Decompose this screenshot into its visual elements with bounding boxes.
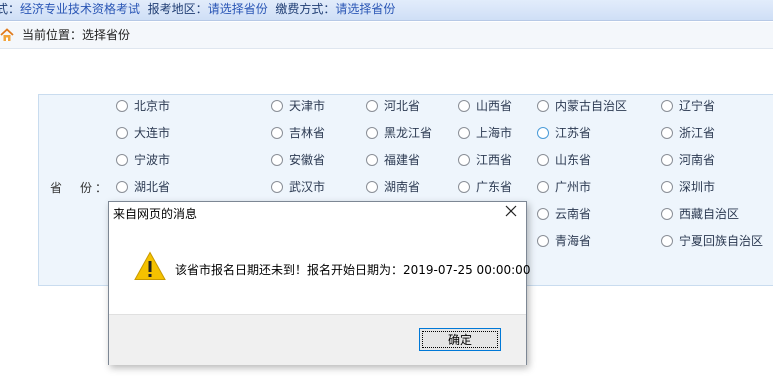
province-option[interactable]: 浙江省 [661, 123, 715, 143]
radio-button[interactable] [537, 180, 549, 193]
radio-button[interactable] [661, 207, 673, 220]
radio-button[interactable] [458, 99, 470, 112]
province-option[interactable]: 辽宁省 [661, 96, 715, 116]
province-label: 省 份： [50, 181, 111, 195]
radio-button[interactable] [537, 126, 549, 139]
province-option[interactable]: 福建省 [366, 150, 420, 170]
radio-button[interactable] [116, 180, 128, 193]
region-value: 请选择省份 [207, 2, 268, 16]
radio-button[interactable] [116, 99, 128, 112]
exam-value: 经济专业技术资格考试 [20, 2, 141, 16]
radio-button[interactable] [537, 153, 549, 166]
province-option[interactable]: 河南省 [661, 150, 715, 170]
radio-button[interactable] [366, 99, 378, 112]
radio-button[interactable] [661, 234, 673, 247]
radio-button[interactable] [661, 153, 673, 166]
radio-button[interactable] [458, 153, 470, 166]
province-option[interactable]: 西藏自治区 [661, 204, 739, 224]
radio-button[interactable] [661, 180, 673, 193]
dialog-message: 该省市报名日期还未到！报名开始日期为：2019-07-25 00:00:00 [175, 263, 531, 277]
radio-button[interactable] [661, 99, 673, 112]
breadcrumb-text: 当前位置：选择省份 [22, 28, 131, 42]
radio-button[interactable] [116, 153, 128, 166]
home-icon[interactable] [0, 28, 14, 42]
province-option[interactable]: 湖南省 [366, 177, 420, 197]
radio-button[interactable] [271, 99, 283, 112]
radio-button[interactable] [458, 180, 470, 193]
radio-button[interactable] [537, 234, 549, 247]
alert-dialog: 来自网页的消息 该省市报名日期还未到！报名开始日期为：2019-07-25 00… [108, 201, 531, 365]
province-option[interactable]: 江苏省 [537, 123, 591, 143]
radio-button[interactable] [271, 180, 283, 193]
province-option[interactable]: 山西省 [458, 96, 512, 116]
radio-button[interactable] [271, 126, 283, 139]
province-option[interactable]: 上海市 [458, 123, 512, 143]
payment-value: 请选择省份 [335, 2, 396, 16]
radio-button[interactable] [537, 207, 549, 220]
province-option[interactable]: 武汉市 [271, 177, 325, 197]
province-option[interactable]: 青海省 [537, 231, 591, 251]
province-option[interactable]: 广州市 [537, 177, 591, 197]
province-option[interactable]: 山东省 [537, 150, 591, 170]
dialog-footer: 确定 [109, 314, 526, 365]
exam-label: 式： [0, 2, 21, 16]
province-option[interactable]: 江西省 [458, 150, 512, 170]
province-option[interactable]: 湖北省 [116, 177, 170, 197]
top-info-bar: 式：经济专业技术资格考试 报考地区：请选择省份 缴费方式：请选择省份 [0, 0, 773, 21]
ok-button[interactable]: 确定 [419, 328, 501, 351]
radio-button[interactable] [366, 126, 378, 139]
warning-icon [134, 251, 166, 280]
province-option[interactable]: 天津市 [271, 96, 325, 116]
radio-button[interactable] [366, 180, 378, 193]
province-option[interactable]: 河北省 [366, 96, 420, 116]
province-option[interactable]: 安徽省 [271, 150, 325, 170]
province-option[interactable]: 宁夏回族自治区 [661, 231, 763, 251]
province-option[interactable]: 宁波市 [116, 150, 170, 170]
radio-button[interactable] [271, 153, 283, 166]
province-option[interactable]: 云南省 [537, 204, 591, 224]
radio-button[interactable] [661, 126, 673, 139]
province-option[interactable]: 大连市 [116, 123, 170, 143]
province-option[interactable]: 深圳市 [661, 177, 715, 197]
province-option[interactable]: 黑龙江省 [366, 123, 432, 143]
radio-button[interactable] [366, 153, 378, 166]
payment-label: 缴费方式： [275, 2, 336, 16]
radio-button[interactable] [458, 126, 470, 139]
province-option[interactable]: 北京市 [116, 96, 170, 116]
close-icon[interactable] [504, 204, 518, 218]
region-label: 报考地区： [147, 2, 208, 16]
province-option[interactable]: 广东省 [458, 177, 512, 197]
radio-button[interactable] [537, 99, 549, 112]
radio-button[interactable] [116, 126, 128, 139]
dialog-title: 来自网页的消息 [113, 207, 198, 221]
breadcrumb: 当前位置：选择省份 [0, 22, 773, 49]
province-option[interactable]: 吉林省 [271, 123, 325, 143]
province-option[interactable]: 内蒙古自治区 [537, 96, 627, 116]
